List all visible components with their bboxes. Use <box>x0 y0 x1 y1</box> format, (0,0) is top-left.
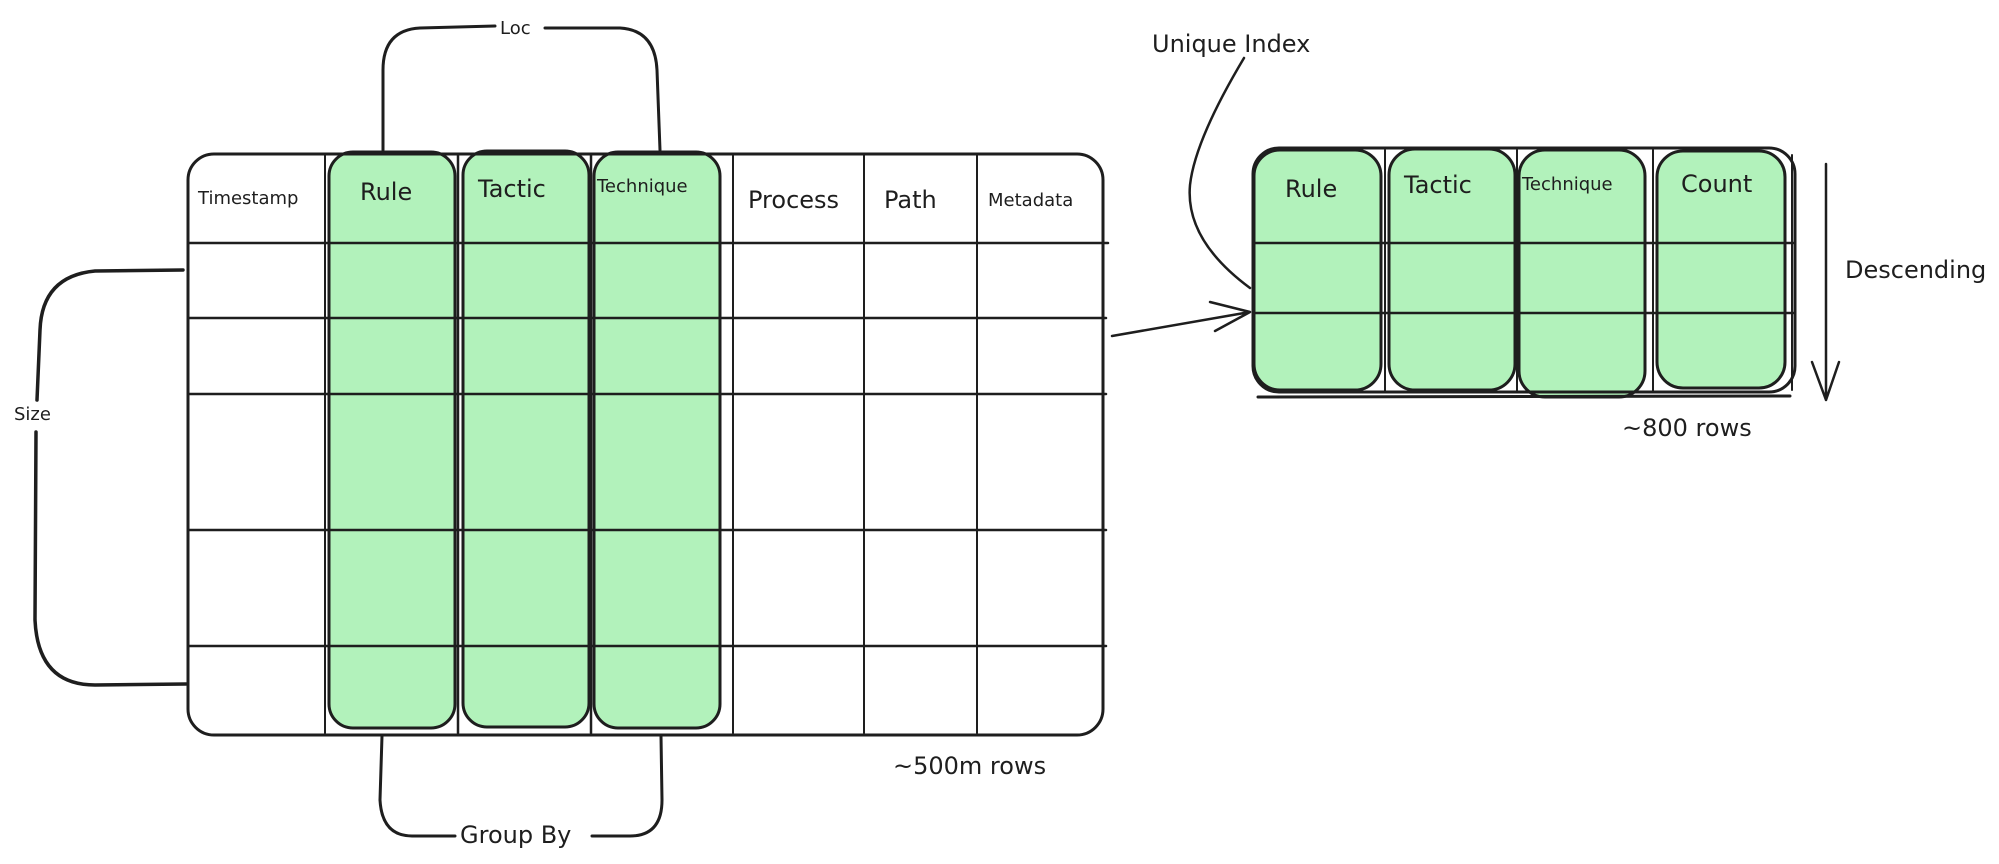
unique-index-leader <box>1188 56 1252 290</box>
result-header-count: Count <box>1681 170 1753 198</box>
result-row-count: ~800 rows <box>1622 414 1752 442</box>
result-header-rule: Rule <box>1285 175 1338 203</box>
descending-label: Descending <box>1845 256 1987 284</box>
source-header-path: Path <box>884 186 937 214</box>
source-header-process: Process <box>748 186 840 214</box>
group-by-label: Group By <box>460 821 572 849</box>
result-header-tactic: Tactic <box>1404 171 1472 199</box>
source-header-rule: Rule <box>360 178 413 206</box>
source-table <box>186 149 1110 737</box>
source-col-rule-highlight <box>327 150 457 730</box>
descending-arrow <box>1810 162 1841 402</box>
source-header-tactic: Tactic <box>478 175 546 203</box>
size-brace <box>33 268 188 687</box>
source-header-metadata: Metadata <box>988 190 1074 211</box>
source-header-technique: Technique <box>597 176 688 197</box>
unique-index-label: Unique Index <box>1152 30 1311 58</box>
loc-brace <box>381 24 662 152</box>
transform-arrow <box>1110 300 1252 338</box>
source-col-tactic-highlight <box>461 149 591 729</box>
source-col-technique-highlight <box>592 150 722 730</box>
source-header-timestamp: Timestamp <box>198 188 299 209</box>
source-row-count: ~500m rows <box>893 752 1047 780</box>
result-header-technique: Technique <box>1522 174 1613 195</box>
loc-label: Loc <box>500 18 531 39</box>
size-label: Size <box>14 404 51 425</box>
result-bottom-line <box>1256 394 1792 399</box>
